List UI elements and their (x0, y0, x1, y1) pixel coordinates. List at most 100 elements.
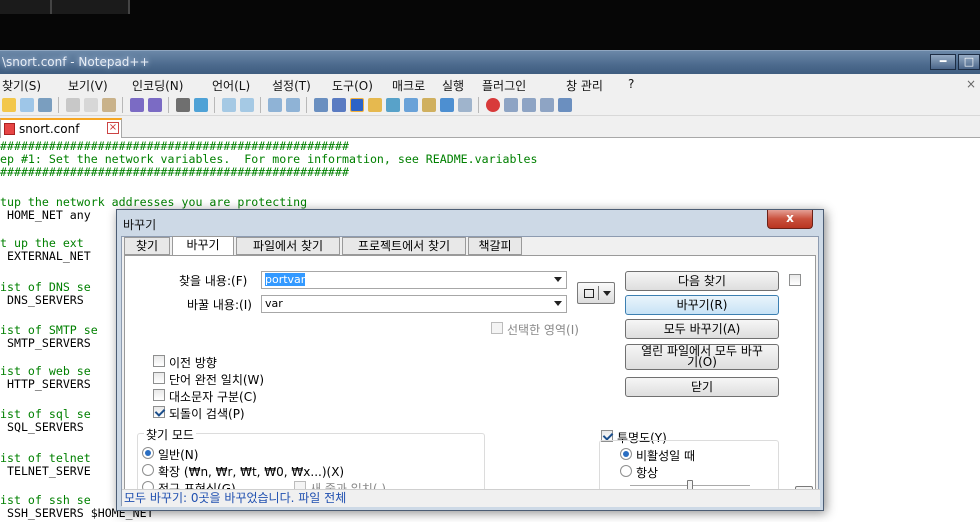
save-macro-icon[interactable] (558, 98, 572, 112)
chevron-down-icon[interactable] (554, 277, 562, 282)
chevron-down-icon[interactable] (554, 301, 562, 306)
replace-icon[interactable] (194, 98, 208, 112)
dialog-body: 찾기 바꾸기 파일에서 찾기 프로젝트에서 찾기 책갈피 찾을 내용:(F) p… (121, 236, 820, 507)
record-macro-icon[interactable] (486, 98, 500, 112)
replace-all-open-docs-button[interactable]: 열린 파일에서 모두 바꾸 기(O) (625, 344, 779, 370)
tab-find-in-files[interactable]: 파일에서 찾기 (236, 237, 340, 255)
redo-icon[interactable] (148, 98, 162, 112)
find-what-label: 찾을 내용:(F) (179, 274, 248, 288)
sync-h-icon[interactable] (286, 98, 300, 112)
transparency-lose-focus-label: 비활성일 때 (636, 449, 696, 463)
dialog-title: 바꾸기 (123, 218, 157, 232)
menu-tools[interactable]: 도구(O) (332, 77, 373, 94)
code-line: SMTP_SERVERS (0, 336, 91, 350)
find-icon[interactable] (176, 98, 190, 112)
backward-direction-checkbox[interactable] (153, 355, 165, 367)
sync-v-icon[interactable] (268, 98, 282, 112)
print-icon[interactable] (38, 98, 52, 112)
tab-bar: snort.conf × (0, 116, 980, 138)
file-modified-icon (4, 123, 15, 135)
transparency-lose-focus-radio[interactable] (620, 448, 632, 460)
save-icon[interactable] (20, 98, 34, 112)
code-line: TELNET_SERVE (0, 464, 91, 478)
play-macro-icon[interactable] (522, 98, 536, 112)
search-mode-normal-radio[interactable] (142, 447, 154, 459)
cut-icon[interactable] (66, 98, 80, 112)
transparency-always-label: 항상 (636, 466, 659, 480)
in-selection-label: 선택한 영역(I) (507, 323, 579, 337)
transparency-always-radio[interactable] (620, 465, 632, 477)
tab-replace[interactable]: 바꾸기 (172, 236, 234, 256)
tab-snort-conf[interactable]: snort.conf × (0, 118, 122, 138)
tab-close-icon[interactable]: × (107, 122, 119, 134)
replace-button[interactable]: 바꾸기(R) (625, 295, 779, 315)
menu-run[interactable]: 실행 (442, 77, 464, 94)
menu-language[interactable]: 언어(L) (212, 77, 250, 94)
show-all-chars-icon[interactable] (332, 98, 346, 112)
monitoring-icon[interactable] (440, 98, 454, 112)
menu-view[interactable]: 보기(V) (68, 77, 108, 94)
folder-workspace-icon[interactable] (422, 98, 436, 112)
menu-window[interactable]: 창 관리 (566, 77, 603, 94)
minimize-button[interactable]: ━ (930, 54, 956, 70)
run-macro-multiple-icon[interactable] (540, 98, 554, 112)
indent-guide-icon[interactable] (350, 98, 364, 112)
code-line: SQL_SERVERS (0, 420, 84, 434)
stop-macro-icon[interactable] (504, 98, 518, 112)
find-next-button[interactable]: 다음 찾기 (625, 271, 779, 291)
replace-with-label: 바꿀 내용:(I) (187, 298, 252, 312)
copy-icon[interactable] (84, 98, 98, 112)
dialog-close-button[interactable]: x (767, 210, 813, 229)
code-line: DNS_SERVERS (0, 293, 84, 307)
open-file-icon[interactable] (2, 98, 16, 112)
match-case-checkbox[interactable] (153, 389, 165, 401)
function-list-icon[interactable] (404, 98, 418, 112)
find-what-input[interactable]: portvar (261, 271, 567, 289)
window-title: \snort.conf - Notepad++ (2, 55, 150, 69)
menu-encoding[interactable]: 인코딩(N) (132, 77, 183, 94)
desktop-background (0, 0, 980, 50)
paste-icon[interactable] (102, 98, 116, 112)
menu-plugins[interactable]: 플러그인 (482, 77, 526, 94)
word-wrap-icon[interactable] (314, 98, 328, 112)
code-line: HOME_NET any (0, 208, 91, 222)
menu-bar: 찾기(S) 보기(V) 인코딩(N) 언어(L) 설정(T) 도구(O) 매크로… (0, 74, 980, 94)
background-window-stub (0, 0, 130, 14)
menu-help[interactable]: ? (628, 77, 634, 91)
search-mode-extended-label: 확장 (₩n, ₩r, ₩t, ₩0, ₩x...)(X) (158, 465, 345, 479)
replace-with-input[interactable]: var (261, 295, 567, 313)
match-case-label: 대소문자 구분(C) (169, 390, 257, 404)
menu-settings[interactable]: 설정(T) (272, 77, 311, 94)
menu-macro[interactable]: 매크로 (392, 77, 425, 94)
replace-dialog: 바꾸기 x 찾기 바꾸기 파일에서 찾기 프로젝트에서 찾기 책갈피 찾을 내용… (116, 209, 824, 511)
search-mode-label: 찾기 모드 (144, 426, 196, 443)
maximize-button[interactable]: □ (958, 54, 980, 70)
tab-find-in-projects[interactable]: 프로젝트에서 찾기 (342, 237, 466, 255)
search-mode-normal-label: 일반(N) (158, 448, 199, 462)
undo-icon[interactable] (130, 98, 144, 112)
in-selection-checkbox[interactable] (491, 322, 503, 334)
replace-with-value: var (265, 297, 283, 310)
code-line: ########################################… (0, 165, 350, 179)
zoom-out-icon[interactable] (240, 98, 254, 112)
replace-panel: 찾을 내용:(F) portvar 바꿀 내용:(I) var 선택한 영역(I… (124, 255, 816, 505)
search-mode-extended-radio[interactable] (142, 464, 154, 476)
replace-all-button[interactable]: 모두 바꾸기(A) (625, 319, 779, 339)
whole-word-checkbox[interactable] (153, 372, 165, 384)
menu-close-icon[interactable]: × (966, 77, 976, 91)
find-next-option-checkbox[interactable] (789, 274, 801, 286)
tab-find[interactable]: 찾기 (124, 237, 170, 255)
view-icon[interactable] (458, 98, 472, 112)
wrap-around-checkbox[interactable] (153, 406, 165, 418)
find-what-history-button[interactable] (577, 282, 615, 304)
doc-map-icon[interactable] (386, 98, 400, 112)
zoom-in-icon[interactable] (222, 98, 236, 112)
close-button[interactable]: 닫기 (625, 377, 779, 397)
lang-define-icon[interactable] (368, 98, 382, 112)
tab-mark[interactable]: 책갈피 (468, 237, 522, 255)
code-line: EXTERNAL_NET (0, 249, 91, 263)
window-titlebar[interactable]: \snort.conf - Notepad++ ━ □ (0, 50, 980, 74)
menu-search[interactable]: 찾기(S) (2, 77, 41, 94)
whole-word-label: 단어 완전 일치(W) (169, 373, 265, 387)
replace-all-open-docs-line2: 기(O) (687, 355, 717, 369)
